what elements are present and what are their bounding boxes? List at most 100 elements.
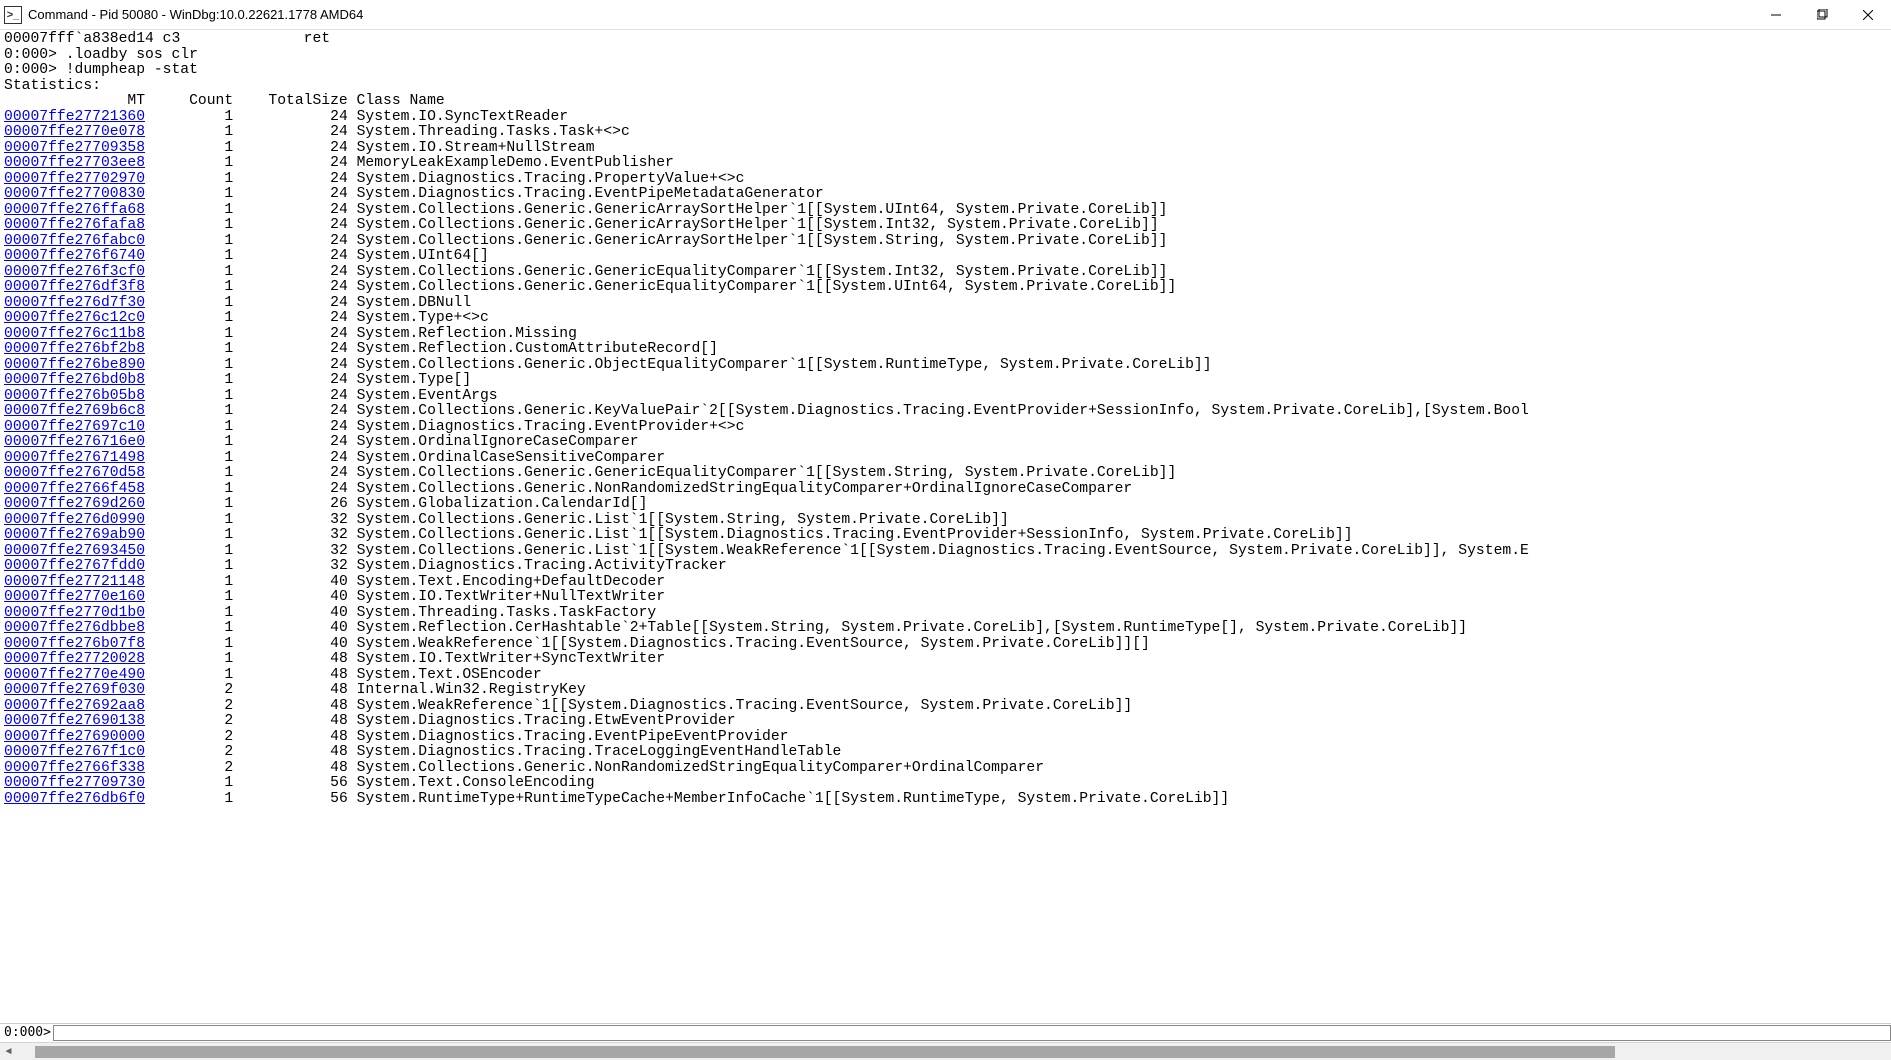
heap-row: 00007ffe27721148 1 40 System.Text.Encodi… [4, 575, 1887, 591]
heap-row: 00007ffe276df3f8 1 24 System.Collections… [4, 280, 1887, 296]
heap-row: 00007ffe276f3cf0 1 24 System.Collections… [4, 265, 1887, 281]
mt-link[interactable]: 00007ffe276df3f8 [4, 279, 145, 295]
mt-link[interactable]: 00007ffe276f6740 [4, 248, 145, 264]
mt-link[interactable]: 00007ffe2770d1b0 [4, 605, 145, 621]
mt-link[interactable]: 00007ffe2766f458 [4, 481, 145, 497]
heap-row: 00007ffe276dbbe8 1 40 System.Reflection.… [4, 621, 1887, 637]
mt-link[interactable]: 00007ffe27709358 [4, 140, 145, 156]
mt-link[interactable]: 00007ffe276b07f8 [4, 636, 145, 652]
heap-row: 00007ffe276f6740 1 24 System.UInt64[] [4, 249, 1887, 265]
heap-row: 00007ffe27709358 1 24 System.IO.Stream+N… [4, 141, 1887, 157]
heap-row: 00007ffe27693450 1 32 System.Collections… [4, 544, 1887, 560]
heap-row: 00007ffe2767fdd0 1 32 System.Diagnostics… [4, 559, 1887, 575]
heap-row: 00007ffe2770e160 1 40 System.IO.TextWrit… [4, 590, 1887, 606]
heap-row: 00007ffe2767f1c0 2 48 System.Diagnostics… [4, 745, 1887, 761]
mt-link[interactable]: 00007ffe276c11b8 [4, 326, 145, 342]
app-icon: >_ [4, 6, 22, 24]
mt-link[interactable]: 00007ffe276b05b8 [4, 388, 145, 404]
mt-link[interactable]: 00007ffe27721360 [4, 109, 145, 125]
mt-link[interactable]: 00007ffe27690138 [4, 713, 145, 729]
heap-row: 00007ffe27700830 1 24 System.Diagnostics… [4, 187, 1887, 203]
mt-link[interactable]: 00007ffe27700830 [4, 186, 145, 202]
heap-row: 00007ffe27671498 1 24 System.OrdinalCase… [4, 451, 1887, 467]
mt-link[interactable]: 00007ffe276fabc0 [4, 233, 145, 249]
mt-link[interactable]: 00007ffe27703ee8 [4, 155, 145, 171]
mt-link[interactable]: 00007ffe276bf2b8 [4, 341, 145, 357]
mt-link[interactable]: 00007ffe27690000 [4, 729, 145, 745]
mt-link[interactable]: 00007ffe2766f338 [4, 760, 145, 776]
heap-row: 00007ffe2770d1b0 1 40 System.Threading.T… [4, 606, 1887, 622]
mt-link[interactable]: 00007ffe27709730 [4, 775, 145, 791]
mt-link[interactable]: 00007ffe2770e078 [4, 124, 145, 140]
mt-link[interactable]: 00007ffe276db6f0 [4, 791, 145, 807]
heap-row: 00007ffe276be890 1 24 System.Collections… [4, 358, 1887, 374]
mt-link[interactable]: 00007ffe27697c10 [4, 419, 145, 435]
prompt-label: 0:000> [4, 1025, 51, 1040]
mt-link[interactable]: 00007ffe276be890 [4, 357, 145, 373]
mt-link[interactable]: 00007ffe276ffa68 [4, 202, 145, 218]
scroll-left-icon[interactable]: ◄ [0, 1043, 17, 1060]
command-prompt-bar: 0:000> [0, 1023, 1891, 1041]
mt-link[interactable]: 00007ffe2769f030 [4, 682, 145, 698]
mt-link[interactable]: 00007ffe276fafa8 [4, 217, 145, 233]
minimize-button[interactable] [1753, 0, 1799, 29]
maximize-icon [1817, 9, 1828, 20]
mt-link[interactable]: 00007ffe2769ab90 [4, 527, 145, 543]
minimize-icon [1771, 10, 1781, 20]
mt-link[interactable]: 00007ffe27693450 [4, 543, 145, 559]
heap-row: 00007ffe27720028 1 48 System.IO.TextWrit… [4, 652, 1887, 668]
mt-link[interactable]: 00007ffe2767fdd0 [4, 558, 145, 574]
mt-link[interactable]: 00007ffe27671498 [4, 450, 145, 466]
mt-link[interactable]: 00007ffe2769d260 [4, 496, 145, 512]
heap-row: 00007ffe276bd0b8 1 24 System.Type[] [4, 373, 1887, 389]
heap-row: 00007ffe276fafa8 1 24 System.Collections… [4, 218, 1887, 234]
maximize-button[interactable] [1799, 0, 1845, 29]
mt-link[interactable]: 00007ffe276c12c0 [4, 310, 145, 326]
heap-row: 00007ffe276b07f8 1 40 System.WeakReferen… [4, 637, 1887, 653]
window-titlebar: >_ Command - Pid 50080 - WinDbg:10.0.226… [0, 0, 1891, 30]
mt-link[interactable]: 00007ffe276d7f30 [4, 295, 145, 311]
heap-row: 00007ffe276db6f0 1 56 System.RuntimeType… [4, 792, 1887, 808]
horizontal-scrollbar[interactable]: ◄ [0, 1042, 1891, 1060]
mt-link[interactable]: 00007ffe276dbbe8 [4, 620, 145, 636]
mt-link[interactable]: 00007ffe27670d58 [4, 465, 145, 481]
heap-row: 00007ffe2766f458 1 24 System.Collections… [4, 482, 1887, 498]
heap-row: 00007ffe276fabc0 1 24 System.Collections… [4, 234, 1887, 250]
console-line: 00007fff`a838ed14 c3 ret [4, 32, 1887, 48]
heap-row: 00007ffe27690138 2 48 System.Diagnostics… [4, 714, 1887, 730]
mt-link[interactable]: 00007ffe2769b6c8 [4, 403, 145, 419]
heap-row: 00007ffe276bf2b8 1 24 System.Reflection.… [4, 342, 1887, 358]
heap-row: 00007ffe2769b6c8 1 24 System.Collections… [4, 404, 1887, 420]
mt-link[interactable]: 00007ffe27721148 [4, 574, 145, 590]
heap-row: 00007ffe2769d260 1 26 System.Globalizati… [4, 497, 1887, 513]
command-input[interactable] [53, 1025, 1891, 1041]
heap-header: MT Count TotalSize Class Name [4, 94, 1887, 110]
mt-link[interactable]: 00007ffe2770e160 [4, 589, 145, 605]
heap-row: 00007ffe27702970 1 24 System.Diagnostics… [4, 172, 1887, 188]
heap-row: 00007ffe276b05b8 1 24 System.EventArgs [4, 389, 1887, 405]
heap-row: 00007ffe27697c10 1 24 System.Diagnostics… [4, 420, 1887, 436]
heap-row: 00007ffe27703ee8 1 24 MemoryLeakExampleD… [4, 156, 1887, 172]
heap-row: 00007ffe27721360 1 24 System.IO.SyncText… [4, 110, 1887, 126]
heap-row: 00007ffe2769f030 2 48 Internal.Win32.Reg… [4, 683, 1887, 699]
console-line: Statistics: [4, 79, 1887, 95]
mt-link[interactable]: 00007ffe27692aa8 [4, 698, 145, 714]
mt-link[interactable]: 00007ffe2767f1c0 [4, 744, 145, 760]
mt-link[interactable]: 00007ffe2770e490 [4, 667, 145, 683]
heap-row: 00007ffe2766f338 2 48 System.Collections… [4, 761, 1887, 777]
heap-row: 00007ffe2769ab90 1 32 System.Collections… [4, 528, 1887, 544]
mt-link[interactable]: 00007ffe276716e0 [4, 434, 145, 450]
scrollbar-thumb[interactable] [35, 1046, 1615, 1058]
mt-link[interactable]: 00007ffe276bd0b8 [4, 372, 145, 388]
mt-link[interactable]: 00007ffe27702970 [4, 171, 145, 187]
console-output[interactable]: 00007fff`a838ed14 c3 ret0:000> .loadby s… [0, 30, 1891, 1040]
heap-row: 00007ffe2770e078 1 24 System.Threading.T… [4, 125, 1887, 141]
mt-link[interactable]: 00007ffe27720028 [4, 651, 145, 667]
mt-link[interactable]: 00007ffe276d0990 [4, 512, 145, 528]
heap-row: 00007ffe276c12c0 1 24 System.Type+<>c [4, 311, 1887, 327]
heap-row: 00007ffe27670d58 1 24 System.Collections… [4, 466, 1887, 482]
mt-link[interactable]: 00007ffe276f3cf0 [4, 264, 145, 280]
close-button[interactable] [1845, 0, 1891, 29]
heap-row: 00007ffe2770e490 1 48 System.Text.OSEnco… [4, 668, 1887, 684]
close-icon [1863, 10, 1873, 20]
